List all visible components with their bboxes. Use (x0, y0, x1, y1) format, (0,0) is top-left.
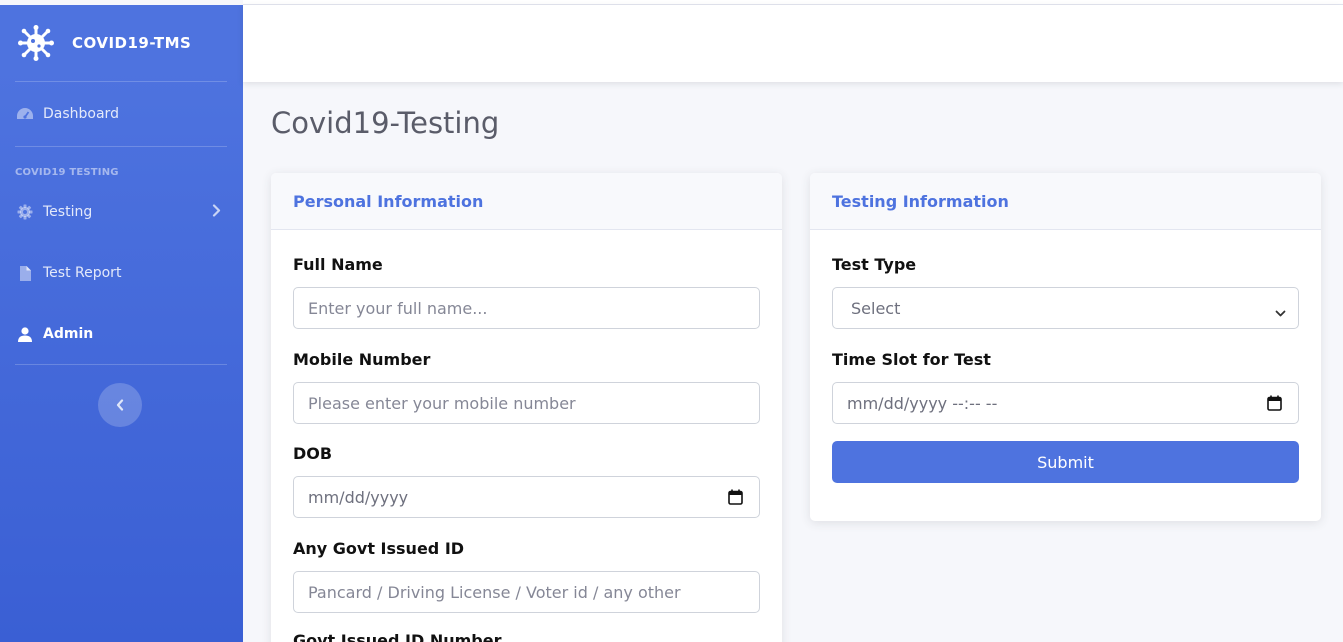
time-slot-value: mm/dd/yyyy --:-- -- (847, 393, 998, 413)
sidebar-item-test-report[interactable]: Test Report (0, 242, 243, 304)
time-slot-input[interactable]: mm/dd/yyyy --:-- -- (832, 382, 1299, 424)
user-icon (16, 326, 34, 342)
sidebar-item-label: Dashboard (43, 106, 119, 122)
full-name-input[interactable]: Enter your full name... (293, 287, 760, 329)
time-slot-label: Time Slot for Test (832, 350, 991, 369)
govt-id-placeholder: Pancard / Driving License / Voter id / a… (308, 582, 681, 602)
page-title: Covid19-Testing (271, 106, 500, 140)
topbar (243, 5, 1343, 82)
sidebar-divider (15, 146, 227, 147)
sidebar-item-label: Testing (43, 204, 93, 220)
mobile-placeholder: Please enter your mobile number (308, 393, 576, 413)
chevron-down-icon (1275, 303, 1286, 322)
card-header: Personal Information (271, 173, 782, 230)
sidebar: COVID19-TMS Dashboard COVID19 TESTING Te… (0, 5, 243, 642)
mobile-input[interactable]: Please enter your mobile number (293, 382, 760, 424)
card-header: Testing Information (810, 173, 1321, 230)
test-type-label: Test Type (832, 255, 917, 274)
sidebar-divider (15, 364, 227, 365)
calendar-icon[interactable] (728, 489, 743, 509)
sidebar-toggle-button[interactable] (98, 383, 142, 427)
submit-button[interactable]: Submit (832, 441, 1299, 483)
chevron-left-icon (116, 399, 124, 411)
sidebar-heading: COVID19 TESTING (15, 167, 119, 178)
calendar-icon[interactable] (1267, 395, 1282, 415)
sidebar-item-testing[interactable]: Testing (0, 182, 243, 242)
virus-icon (18, 25, 54, 61)
personal-info-card: Personal Information Full Name Enter you… (271, 173, 782, 642)
dashboard-icon (16, 106, 34, 122)
dob-label: DOB (293, 444, 333, 463)
file-icon (16, 265, 34, 281)
govt-id-label: Any Govt Issued ID (293, 539, 465, 558)
test-type-select[interactable]: Select (832, 287, 1299, 329)
gear-icon (16, 204, 34, 220)
mobile-label: Mobile Number (293, 350, 431, 369)
dob-value: mm/dd/yyyy (308, 487, 409, 507)
sidebar-item-label: Test Report (43, 265, 122, 281)
testing-info-card: Testing Information Test Type Select Tim… (810, 173, 1321, 521)
dob-input[interactable]: mm/dd/yyyy (293, 476, 760, 518)
brand-name: COVID19-TMS (72, 34, 192, 52)
sidebar-item-label: Admin (43, 326, 94, 342)
chevron-right-icon (212, 204, 221, 221)
test-type-value: Select (851, 298, 901, 318)
sidebar-item-admin[interactable]: Admin (0, 304, 243, 364)
govt-id-input[interactable]: Pancard / Driving License / Voter id / a… (293, 571, 760, 613)
sidebar-item-dashboard[interactable]: Dashboard (0, 82, 243, 146)
full-name-label: Full Name (293, 255, 383, 274)
sidebar-brand[interactable]: COVID19-TMS (0, 5, 243, 81)
govt-id-number-label: Govt Issued ID Number (293, 631, 502, 642)
full-name-placeholder: Enter your full name... (308, 298, 488, 318)
